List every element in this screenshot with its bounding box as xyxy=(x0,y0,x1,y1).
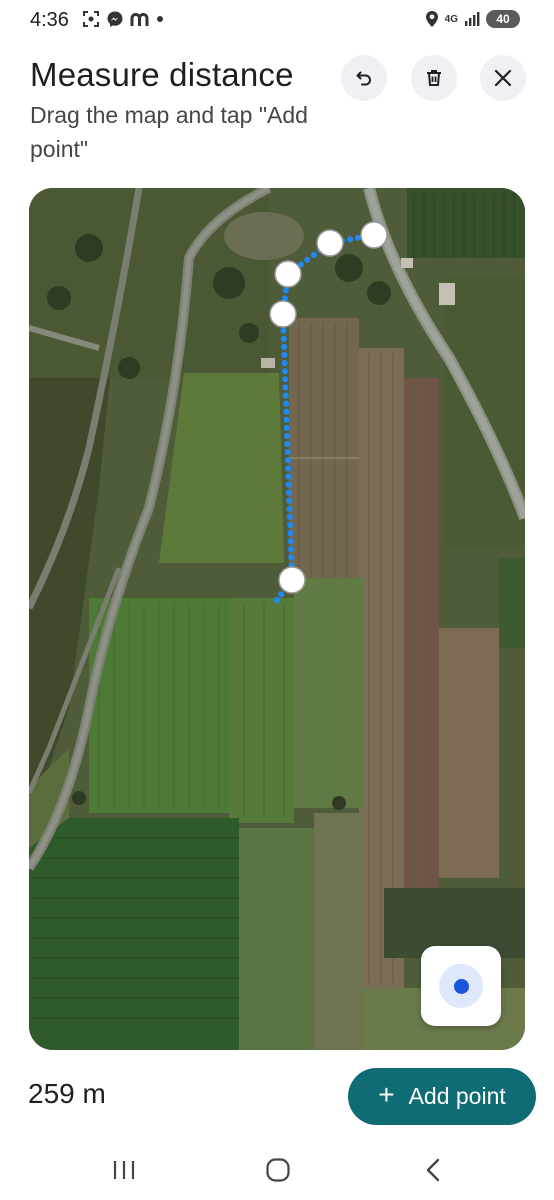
dot-icon xyxy=(156,15,164,23)
distance-readout: 259 m xyxy=(28,1078,106,1109)
satellite-map[interactable] xyxy=(29,188,525,1050)
status-bar: 4:36 4G 40 xyxy=(0,0,554,44)
m-app-icon xyxy=(130,11,150,27)
measure-point[interactable] xyxy=(274,260,302,288)
location-dot xyxy=(453,978,469,994)
my-location-icon xyxy=(439,964,483,1008)
close-icon xyxy=(493,68,513,88)
page-title: Measure distance xyxy=(30,56,294,93)
home-button[interactable] xyxy=(253,1150,303,1190)
signal-icon xyxy=(464,11,480,27)
notification-icons xyxy=(82,10,164,28)
messenger-icon xyxy=(106,10,124,28)
undo-icon xyxy=(354,68,374,88)
my-location-button[interactable] xyxy=(421,946,501,1026)
delete-button[interactable] xyxy=(411,55,457,101)
status-time: 4:36 xyxy=(30,9,69,31)
instruction-text: Drag the map and tap "Add point" xyxy=(30,102,308,162)
recents-icon xyxy=(111,1159,137,1181)
network-type: 4G xyxy=(444,13,458,25)
map-crosshair-point xyxy=(274,597,280,603)
system-icons: 4G 40 xyxy=(425,10,520,28)
back-icon xyxy=(424,1157,444,1183)
add-point-label: Add point xyxy=(408,1083,506,1109)
screenshot-icon xyxy=(82,10,100,28)
map-imagery xyxy=(29,188,525,1050)
system-nav-bar xyxy=(0,1140,554,1200)
back-button[interactable] xyxy=(409,1150,459,1190)
measure-point[interactable] xyxy=(278,566,306,594)
measure-point[interactable] xyxy=(360,221,388,249)
measure-point[interactable] xyxy=(316,229,344,257)
location-icon xyxy=(425,10,439,28)
trash-icon xyxy=(424,68,444,88)
add-point-button[interactable]: + Add point xyxy=(348,1068,536,1125)
4g-icon: 4G xyxy=(444,13,458,25)
home-icon xyxy=(265,1157,291,1183)
recents-button[interactable] xyxy=(99,1150,149,1190)
plus-icon: + xyxy=(378,1079,395,1110)
undo-button[interactable] xyxy=(341,55,387,101)
close-button[interactable] xyxy=(480,55,526,101)
battery-indicator: 40 xyxy=(486,10,520,28)
measure-point[interactable] xyxy=(269,300,297,328)
